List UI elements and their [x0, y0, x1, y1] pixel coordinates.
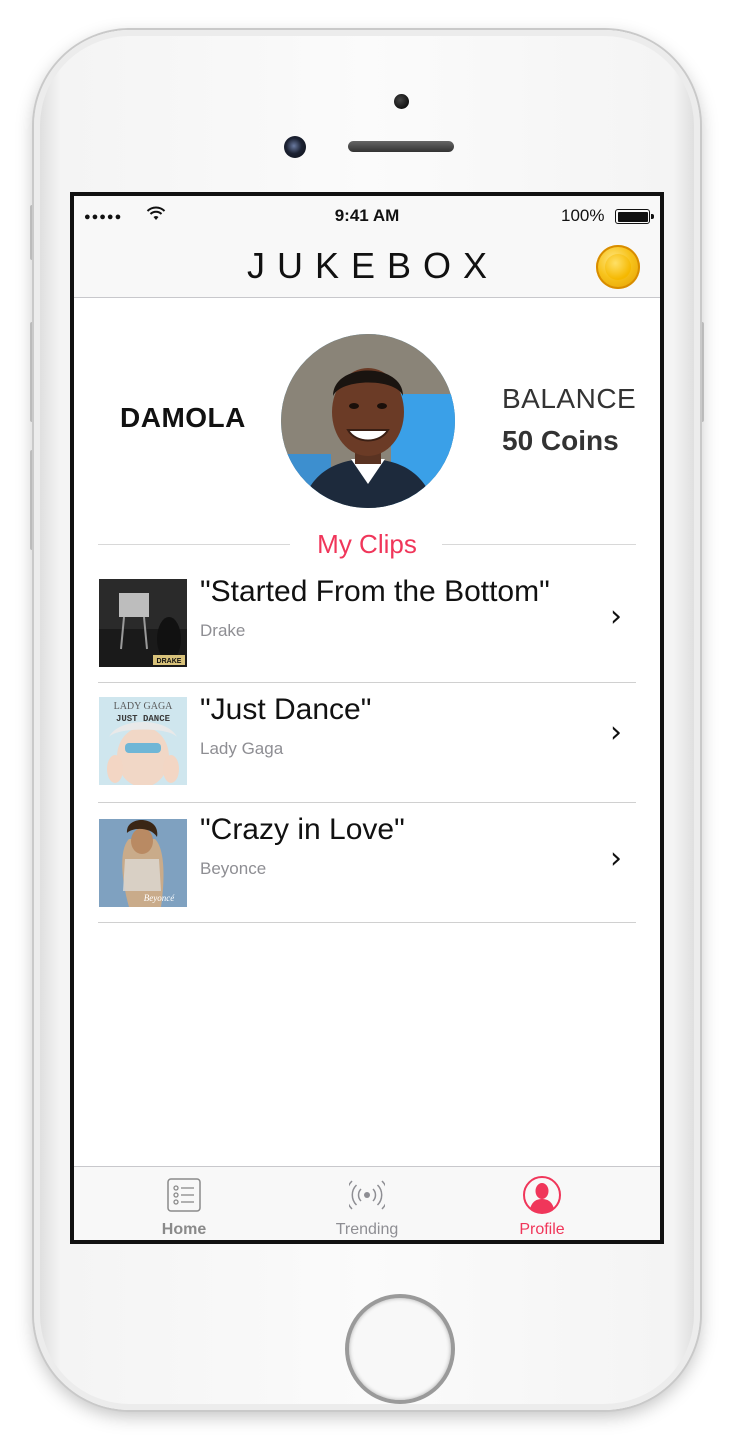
- album-art-text: Beyoncé: [144, 893, 175, 903]
- list-item[interactable]: DRAKE "Started From the Bottom" Drake ›: [98, 571, 636, 683]
- tab-bar: Home Trending Profile: [74, 1166, 660, 1240]
- proximity-sensor: [394, 94, 409, 109]
- chevron-right-icon: ›: [610, 599, 622, 634]
- divider-right: [442, 544, 636, 545]
- clip-title: "Started From the Bottom": [200, 575, 550, 608]
- tab-trending-label: Trending: [335, 1221, 399, 1238]
- coin-icon[interactable]: [596, 245, 640, 289]
- navigation-bar: JUKEBOX: [74, 236, 660, 298]
- clip-list: DRAKE "Started From the Bottom" Drake › …: [98, 571, 636, 923]
- battery-percentage: 100%: [561, 206, 605, 225]
- chevron-right-icon: ›: [610, 841, 622, 876]
- chevron-right-icon: ›: [610, 715, 622, 750]
- clip-title: "Crazy in Love": [200, 813, 405, 846]
- status-bar: ●●●●● 9:41 AM 100%: [74, 196, 660, 236]
- album-art: DRAKE: [99, 579, 187, 667]
- clip-artist: Drake: [200, 621, 246, 640]
- clip-artist: Lady Gaga: [200, 739, 284, 758]
- home-button[interactable]: [345, 1294, 455, 1404]
- album-art-subtext: JUST DANCE: [116, 714, 171, 724]
- clip-title: "Just Dance": [200, 693, 372, 726]
- tab-profile[interactable]: Profile: [492, 1167, 592, 1240]
- broadcast-icon: [349, 1180, 385, 1210]
- list-icon: [167, 1178, 201, 1212]
- battery-tip: [651, 214, 654, 219]
- user-name: DAMOLA: [120, 402, 246, 433]
- front-camera: [284, 136, 306, 158]
- tab-profile-label: Profile: [519, 1221, 565, 1238]
- tab-home[interactable]: Home: [134, 1167, 234, 1240]
- tab-home-label: Home: [161, 1221, 207, 1238]
- clip-artist: Beyonce: [200, 859, 267, 878]
- app-title: JUKEBOX: [246, 245, 500, 286]
- album-art: LADY GAGA JUST DANCE: [99, 697, 187, 785]
- person-icon: [523, 1176, 561, 1214]
- balance-value: 50 Coins: [502, 425, 619, 456]
- app-screen: ●●●●● 9:41 AM 100% JUKEBOX DAMOLA BALANC…: [70, 192, 664, 1244]
- tab-trending[interactable]: Trending: [317, 1167, 417, 1240]
- list-item[interactable]: Beyoncé "Crazy in Love" Beyonce ›: [98, 803, 636, 923]
- avatar: [281, 334, 455, 508]
- balance-label: BALANCE: [502, 383, 637, 414]
- album-art-text: LADY GAGA: [114, 701, 174, 712]
- album-art: Beyoncé: [99, 819, 187, 907]
- album-art-text: DRAKE: [157, 658, 182, 665]
- battery-icon: [615, 209, 650, 224]
- list-item[interactable]: LADY GAGA JUST DANCE "Just Dance" Lady G…: [98, 683, 636, 803]
- earpiece-speaker: [348, 141, 454, 152]
